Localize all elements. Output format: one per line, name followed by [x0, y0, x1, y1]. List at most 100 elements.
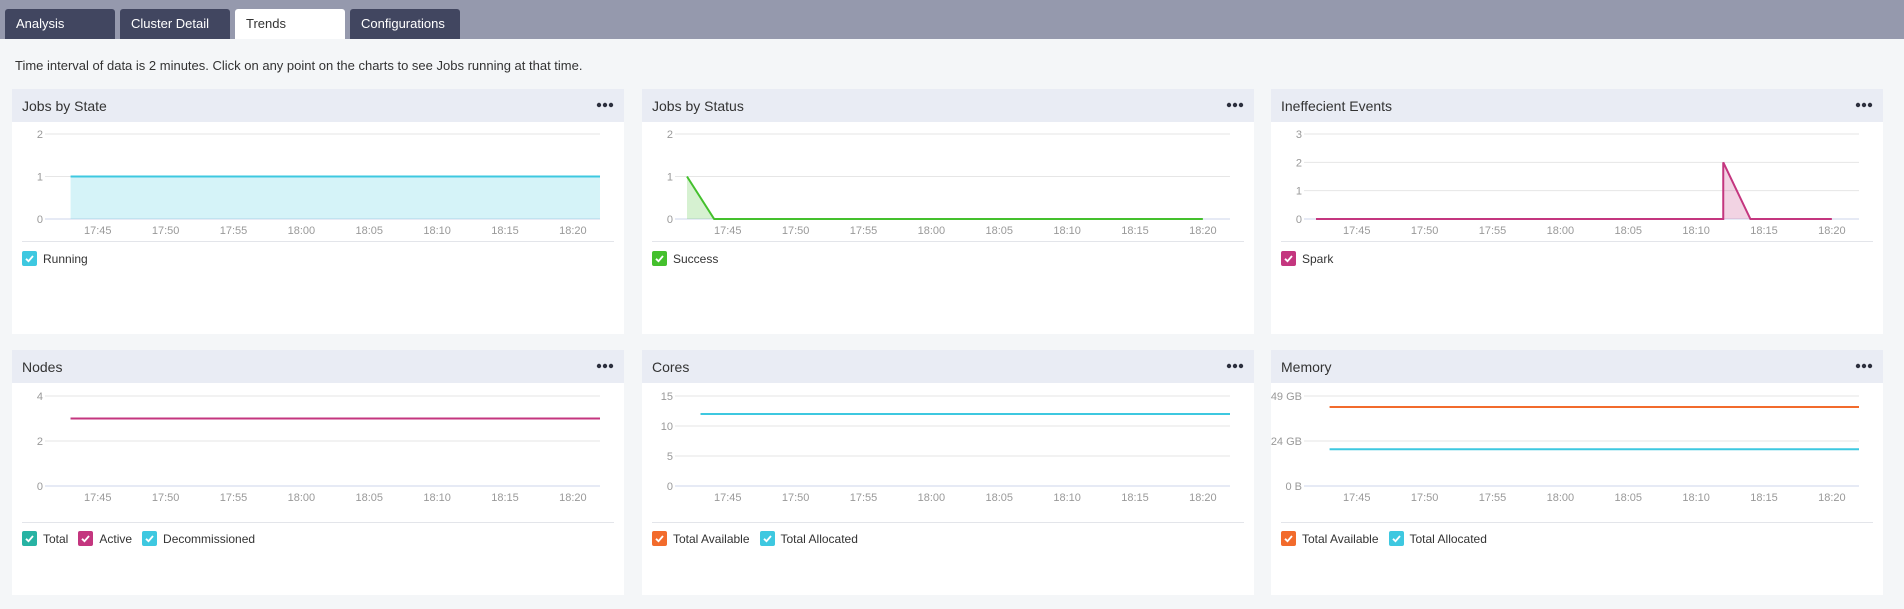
- x-tick-label: 18:15: [491, 225, 519, 237]
- chart-panel-cores: Cores 0 5 10 15 17:45 17:50 17:55 18:00 18:05 18:1…: [642, 350, 1254, 595]
- chart-panel-header: Ineffecient Events: [1271, 89, 1883, 122]
- checkmark-icon[interactable]: [78, 531, 94, 546]
- tab-bar: Analysis Cluster Detail Trends Configura…: [0, 0, 1904, 39]
- legend-item-total[interactable]: Total: [22, 531, 68, 546]
- checkmark-icon[interactable]: [1281, 251, 1296, 266]
- more-horizontal-icon[interactable]: [1224, 95, 1246, 115]
- x-tick-label: 17:45: [714, 492, 742, 504]
- chart-svg[interactable]: 0 1 2 3 17:45 17:50 17:55 18:00 18:05 18:10 18:15 1…: [1271, 122, 1883, 267]
- legend-item-total-allocated[interactable]: Total Allocated: [1388, 531, 1487, 546]
- chart-panel-header: Nodes: [12, 350, 624, 383]
- legend-item-decommissioned[interactable]: Decommissioned: [142, 531, 255, 546]
- chart-title: Nodes: [22, 359, 63, 375]
- x-tick-label: 18:20: [1818, 225, 1846, 237]
- chart-legend: Total Available Total Allocated: [652, 531, 868, 546]
- x-tick-label: 18:00: [918, 492, 946, 504]
- legend-label: Active: [99, 531, 133, 546]
- legend-item-active[interactable]: Active: [78, 531, 132, 546]
- x-tick-label: 17:50: [782, 225, 810, 237]
- checkmark-icon[interactable]: [652, 251, 667, 266]
- chart-panel-memory: Memory 0 B 24 GB 49 GB 17:45 17:50 17:55 18:00 1…: [1271, 350, 1883, 595]
- x-tick-label: 18:00: [1547, 492, 1575, 504]
- tab-configurations[interactable]: Configurations: [350, 9, 460, 39]
- chart-panel-header: Jobs by State: [12, 89, 624, 122]
- x-tick-label: 17:50: [1411, 225, 1439, 237]
- tab-cluster-detail[interactable]: Cluster Detail: [120, 9, 230, 39]
- more-horizontal-icon[interactable]: [594, 95, 616, 115]
- legend-item-total-available[interactable]: Total Available: [652, 531, 750, 546]
- x-tick-label: 18:20: [559, 225, 587, 237]
- legend-divider: [652, 522, 1244, 523]
- y-tick-label: 3: [1296, 129, 1302, 141]
- x-tick-label: 18:10: [1682, 225, 1710, 237]
- legend-item-total-allocated[interactable]: Total Allocated: [759, 531, 858, 546]
- x-tick-label: 18:00: [288, 225, 316, 237]
- more-horizontal-icon[interactable]: [594, 356, 616, 376]
- x-tick-label: 18:20: [559, 492, 587, 504]
- chart-panel-ineffecient-events: Ineffecient Events 0 1 2 3 17:45 17:50 17:55 18:…: [1271, 89, 1883, 334]
- y-tick-label: 0: [667, 214, 673, 226]
- more-horizontal-icon[interactable]: [1853, 95, 1875, 115]
- chart-svg[interactable]: 0 1 2 17:45 17:50 17:55 18:00 18:05 18:10 18:15 18…: [642, 122, 1254, 267]
- legend-item-spark[interactable]: Spark: [1281, 251, 1333, 266]
- checkmark-icon[interactable]: [1388, 531, 1404, 546]
- more-horizontal-icon[interactable]: [1224, 356, 1246, 376]
- y-tick-label: 0: [37, 214, 43, 226]
- legend-item-running[interactable]: Running: [22, 251, 88, 266]
- legend-label: Decommissioned: [163, 531, 256, 546]
- x-tick-label: 17:45: [1343, 225, 1371, 237]
- y-tick-label: 0: [1296, 214, 1302, 226]
- tab-trends[interactable]: Trends: [235, 9, 345, 39]
- chart-title: Cores: [652, 359, 690, 375]
- x-tick-label: 18:15: [1750, 225, 1778, 237]
- chart-title: Memory: [1281, 359, 1332, 375]
- x-tick-label: 18:05: [355, 492, 383, 504]
- chart-panel-jobs-by-status: Jobs by Status 0 1 2 17:45 17:50 17:55 18:00 18:…: [642, 89, 1254, 334]
- y-tick-label: 0 B: [1285, 481, 1302, 493]
- chart-title: Jobs by State: [22, 98, 107, 114]
- x-tick-label: 17:50: [152, 225, 180, 237]
- y-tick-label: 2: [1296, 157, 1302, 169]
- x-tick-label: 18:10: [423, 492, 451, 504]
- x-tick-label: 18:05: [1614, 492, 1642, 504]
- y-tick-label: 0: [37, 481, 43, 493]
- legend-item-total-available[interactable]: Total Available: [1281, 531, 1379, 546]
- legend-item-success[interactable]: Success: [652, 251, 718, 266]
- checkmark-icon[interactable]: [759, 531, 775, 546]
- series-area-success: [687, 176, 1203, 219]
- chart-legend: Success: [652, 251, 728, 266]
- x-tick-label: 18:20: [1818, 492, 1846, 504]
- x-tick-label: 18:10: [1053, 225, 1081, 237]
- x-tick-label: 18:10: [423, 225, 451, 237]
- y-tick-label: 4: [37, 391, 43, 403]
- x-tick-label: 18:15: [491, 492, 519, 504]
- x-tick-label: 17:55: [220, 225, 248, 237]
- y-tick-label: 5: [667, 451, 673, 463]
- y-tick-label: 0: [667, 481, 673, 493]
- tab-analysis[interactable]: Analysis: [5, 9, 115, 39]
- checkmark-icon[interactable]: [1281, 531, 1296, 546]
- chart-svg[interactable]: 0 2 4 17:45 17:50 17:55 18:00 18:05 18:10 18:15 18…: [12, 383, 624, 528]
- chart-svg[interactable]: 0 B 24 GB 49 GB 17:45 17:50 17:55 18:00 18:05 18…: [1271, 383, 1883, 528]
- checkmark-icon[interactable]: [22, 531, 37, 546]
- chart-title: Jobs by Status: [652, 98, 744, 114]
- x-tick-label: 17:50: [152, 492, 180, 504]
- legend-label: Total Allocated: [1409, 531, 1487, 546]
- x-tick-label: 18:05: [985, 225, 1013, 237]
- chart-legend: Total Available Total Allocated: [1281, 531, 1497, 546]
- x-tick-label: 18:15: [1121, 492, 1149, 504]
- more-horizontal-icon[interactable]: [1853, 356, 1875, 376]
- chart-legend: Spark: [1281, 251, 1343, 266]
- chart-svg[interactable]: 0 1 2 17:45 17:50 17:55 18:00 18:05 18:10 18:15 18…: [12, 122, 624, 267]
- legend-label: Total Allocated: [780, 531, 858, 546]
- chart-panel-header: Cores: [642, 350, 1254, 383]
- checkmark-icon[interactable]: [652, 531, 667, 546]
- checkmark-icon[interactable]: [142, 531, 158, 546]
- x-tick-label: 18:00: [288, 492, 316, 504]
- chart-svg[interactable]: 0 5 10 15 17:45 17:50 17:55 18:00 18:05 18:10 18:1…: [642, 383, 1254, 528]
- x-tick-label: 18:00: [918, 225, 946, 237]
- x-tick-label: 17:55: [1479, 492, 1507, 504]
- legend-label: Running: [43, 251, 88, 266]
- checkmark-icon[interactable]: [22, 251, 37, 266]
- x-tick-label: 18:20: [1189, 225, 1217, 237]
